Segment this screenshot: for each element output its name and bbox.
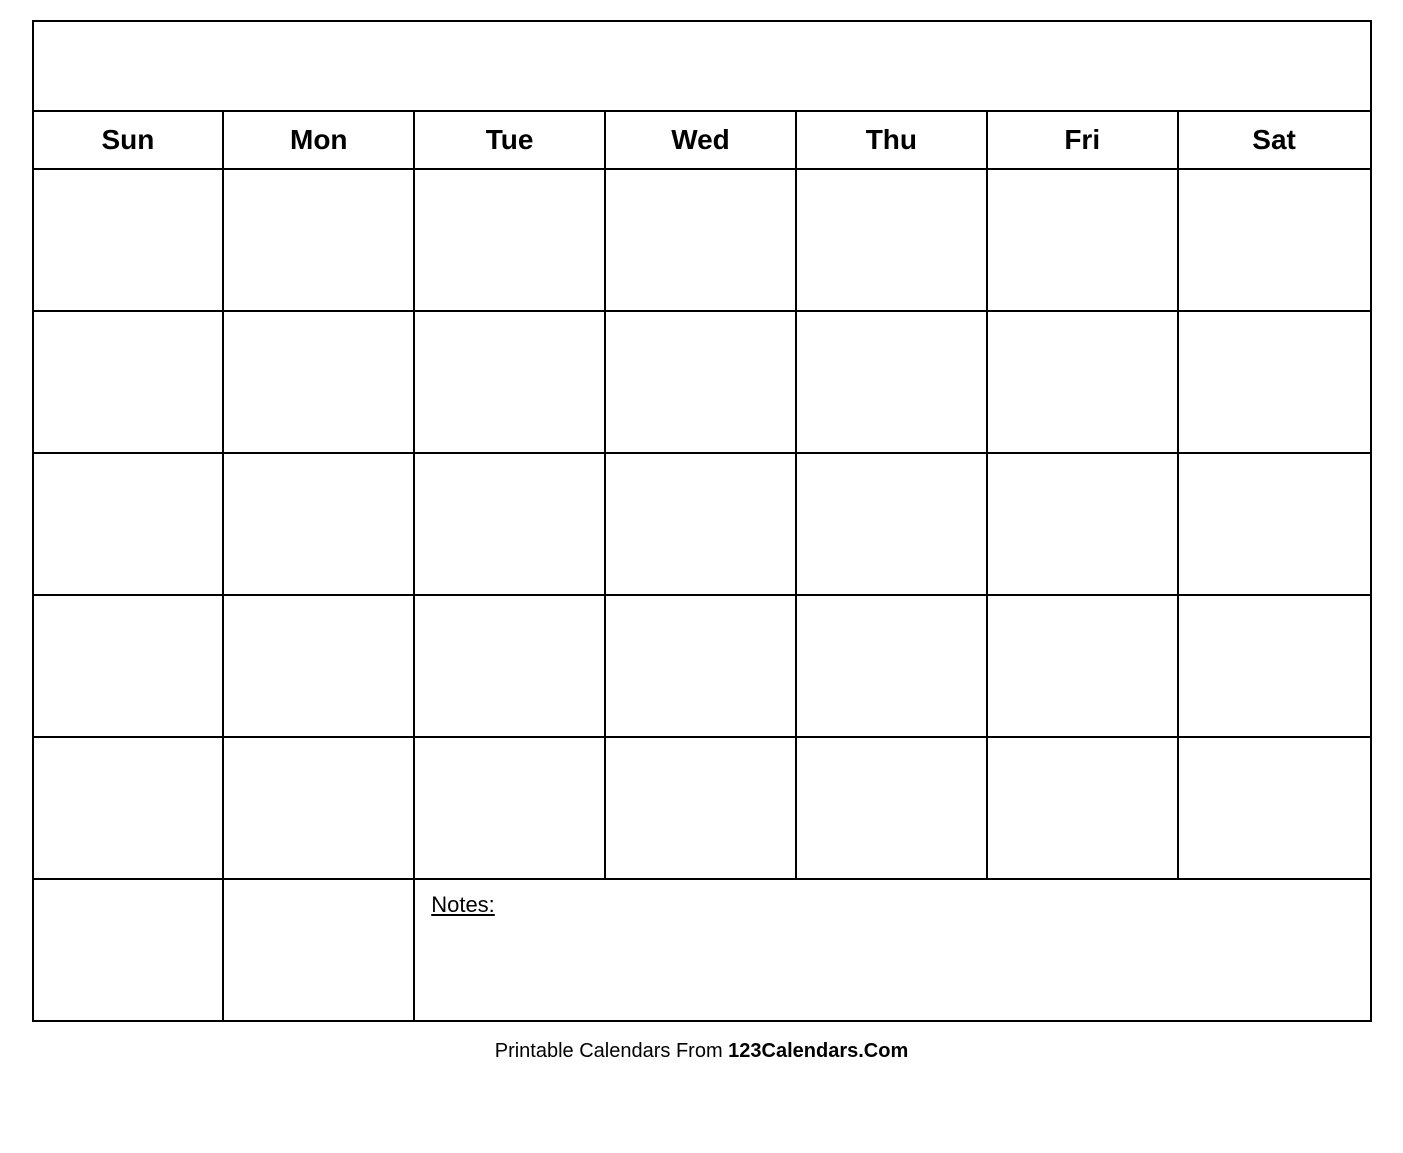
cell-1-4 — [606, 170, 797, 310]
cell-4-1 — [34, 596, 225, 736]
footer-text-bold: 123Calendars.Com — [728, 1040, 908, 1062]
cell-5-1 — [34, 738, 225, 878]
cell-1-3 — [415, 170, 606, 310]
notes-empty-2 — [224, 880, 415, 1020]
header-tue: Tue — [415, 112, 606, 168]
cell-2-4 — [606, 312, 797, 452]
header-thu: Thu — [797, 112, 988, 168]
cell-4-2 — [224, 596, 415, 736]
header-sun: Sun — [34, 112, 225, 168]
header-fri: Fri — [988, 112, 1179, 168]
notes-empty-1 — [34, 880, 225, 1020]
cell-5-4 — [606, 738, 797, 878]
cell-1-7 — [1179, 170, 1370, 310]
cell-5-2 — [224, 738, 415, 878]
header-mon: Mon — [224, 112, 415, 168]
cell-4-7 — [1179, 596, 1370, 736]
cell-4-3 — [415, 596, 606, 736]
cell-5-3 — [415, 738, 606, 878]
cell-2-1 — [34, 312, 225, 452]
cell-3-1 — [34, 454, 225, 594]
cell-2-2 — [224, 312, 415, 452]
calendar-header: Sun Mon Tue Wed Thu Fri Sat — [34, 112, 1370, 170]
cell-3-7 — [1179, 454, 1370, 594]
cell-3-5 — [797, 454, 988, 594]
cell-3-4 — [606, 454, 797, 594]
calendar-title-row — [34, 22, 1370, 112]
cell-2-6 — [988, 312, 1179, 452]
calendar-row-4 — [34, 596, 1370, 738]
calendar: Sun Mon Tue Wed Thu Fri Sat — [32, 20, 1372, 1022]
cell-3-6 — [988, 454, 1179, 594]
calendar-row-2 — [34, 312, 1370, 454]
cell-4-4 — [606, 596, 797, 736]
cell-2-3 — [415, 312, 606, 452]
header-wed: Wed — [606, 112, 797, 168]
cell-3-2 — [224, 454, 415, 594]
notes-content: Notes: — [415, 880, 1369, 1020]
notes-label: Notes: — [431, 892, 495, 917]
notes-row: Notes: — [34, 880, 1370, 1020]
cell-1-1 — [34, 170, 225, 310]
cell-5-5 — [797, 738, 988, 878]
cell-3-3 — [415, 454, 606, 594]
cell-4-6 — [988, 596, 1179, 736]
cell-5-6 — [988, 738, 1179, 878]
header-sat: Sat — [1179, 112, 1370, 168]
cell-5-7 — [1179, 738, 1370, 878]
cell-2-7 — [1179, 312, 1370, 452]
cell-2-5 — [797, 312, 988, 452]
calendar-body: Notes: — [34, 170, 1370, 1020]
cell-4-5 — [797, 596, 988, 736]
footer: Printable Calendars From 123Calendars.Co… — [495, 1040, 909, 1063]
cell-1-5 — [797, 170, 988, 310]
cell-1-6 — [988, 170, 1179, 310]
calendar-row-5 — [34, 738, 1370, 880]
footer-text-normal: Printable Calendars From — [495, 1040, 728, 1062]
calendar-row-1 — [34, 170, 1370, 312]
calendar-row-3 — [34, 454, 1370, 596]
cell-1-2 — [224, 170, 415, 310]
